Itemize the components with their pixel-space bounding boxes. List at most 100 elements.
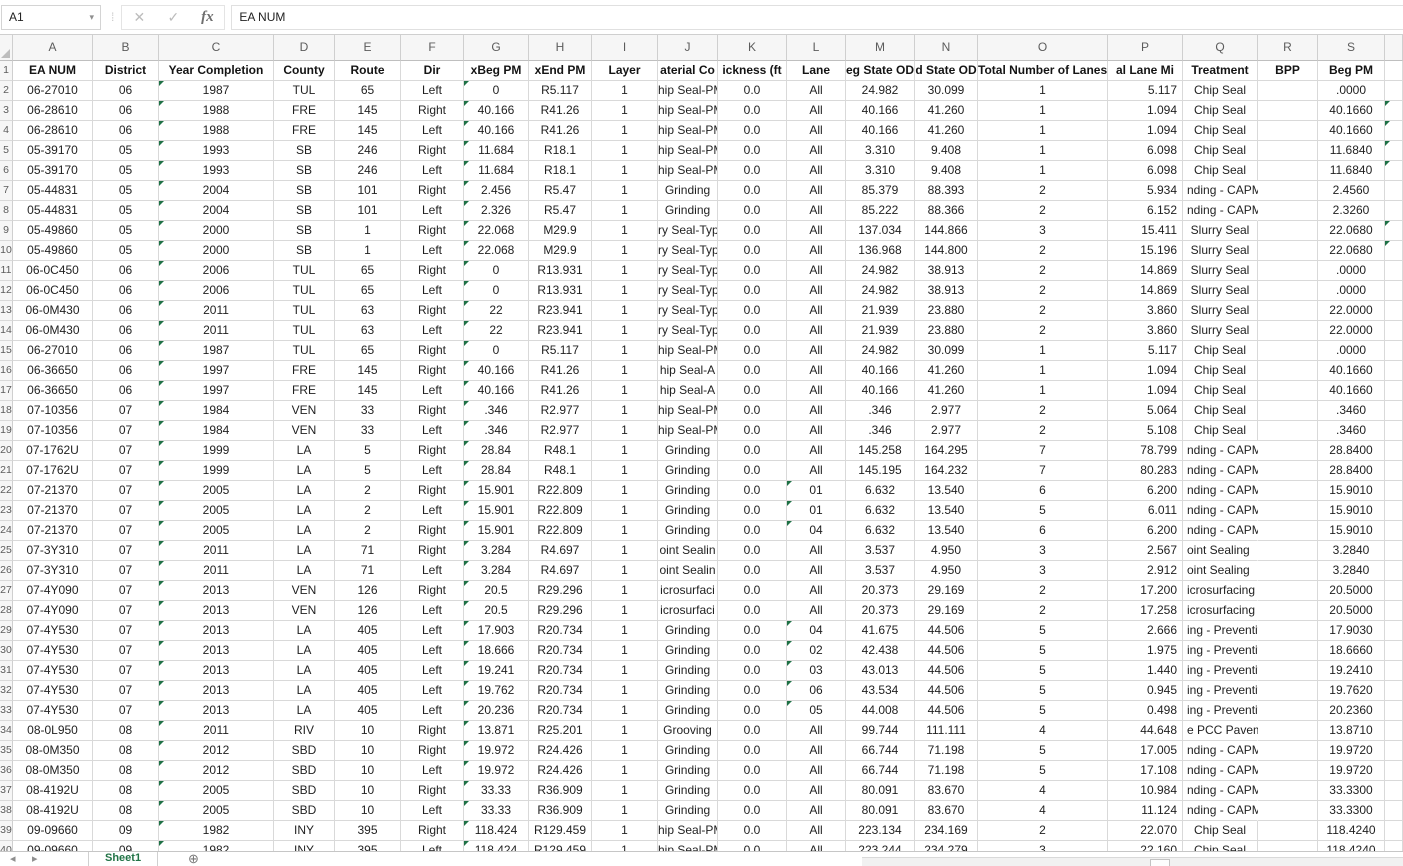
cell[interactable]: R22.809 xyxy=(529,501,592,521)
cell[interactable]: nding - CAPM xyxy=(1183,201,1258,221)
cell[interactable]: 44.008 xyxy=(846,701,915,721)
cell[interactable]: R29.296 xyxy=(529,601,592,621)
cell[interactable]: icrosurfaci xyxy=(658,581,718,601)
cell[interactable]: 1 xyxy=(592,141,658,161)
cell[interactable]: 4 xyxy=(978,721,1108,741)
cell[interactable]: 80.091 xyxy=(846,781,915,801)
cell[interactable]: LA xyxy=(274,701,335,721)
cell[interactable]: 2013 xyxy=(159,661,274,681)
cell[interactable]: Right xyxy=(401,341,464,361)
cell[interactable] xyxy=(1385,641,1403,661)
cell[interactable] xyxy=(1258,481,1318,501)
cell[interactable]: All xyxy=(787,281,846,301)
cell[interactable]: 06 xyxy=(93,101,159,121)
cell[interactable]: 19.2410 xyxy=(1318,661,1385,681)
row-header-27[interactable]: 27 xyxy=(0,581,13,601)
cell[interactable]: 0.0 xyxy=(718,401,787,421)
cell[interactable] xyxy=(1258,101,1318,121)
cell[interactable]: Grinding xyxy=(658,801,718,821)
cell[interactable]: 1 xyxy=(592,81,658,101)
cell[interactable]: R24.426 xyxy=(529,761,592,781)
cell[interactable]: Beg PM xyxy=(1318,61,1385,81)
cell[interactable]: 6.632 xyxy=(846,481,915,501)
cell[interactable]: 5 xyxy=(978,621,1108,641)
row-header-11[interactable]: 11 xyxy=(0,261,13,281)
cell[interactable]: 1 xyxy=(592,781,658,801)
cell[interactable]: 4 xyxy=(978,801,1108,821)
cell[interactable]: 2011 xyxy=(159,721,274,741)
cell[interactable]: 0.0 xyxy=(718,101,787,121)
cell[interactable]: ing - Preventive xyxy=(1183,701,1258,721)
cell[interactable]: 07 xyxy=(93,501,159,521)
cell[interactable]: 1 xyxy=(592,721,658,741)
cell[interactable]: 40.1660 xyxy=(1318,381,1385,401)
cell[interactable]: hip Seal-PM xyxy=(658,421,718,441)
cell[interactable]: 18.666 xyxy=(464,641,529,661)
cell[interactable]: 22.0000 xyxy=(1318,301,1385,321)
cell[interactable]: Chip Seal xyxy=(1183,141,1258,161)
cell[interactable]: 08-4192U xyxy=(13,801,93,821)
cell[interactable]: 06-0M430 xyxy=(13,321,93,341)
cell[interactable]: Slurry Seal xyxy=(1183,321,1258,341)
cell[interactable]: .0000 xyxy=(1318,341,1385,361)
cell[interactable]: 07 xyxy=(93,421,159,441)
cell[interactable] xyxy=(1258,181,1318,201)
cell[interactable]: 1 xyxy=(592,341,658,361)
row-header-14[interactable]: 14 xyxy=(0,321,13,341)
cell[interactable]: 2.3260 xyxy=(1318,201,1385,221)
cell[interactable]: e PCC Pavement xyxy=(1183,721,1258,741)
cell[interactable] xyxy=(1385,721,1403,741)
cell[interactable]: 1 xyxy=(592,321,658,341)
cell[interactable]: 0.0 xyxy=(718,121,787,141)
row-header-21[interactable]: 21 xyxy=(0,461,13,481)
cell[interactable]: nding - CAPM xyxy=(1183,741,1258,761)
cell[interactable]: LA xyxy=(274,461,335,481)
cell[interactable]: hip Seal-PM xyxy=(658,81,718,101)
cell[interactable]: Year Completion xyxy=(159,61,274,81)
cell[interactable]: R41.26 xyxy=(529,121,592,141)
cell[interactable]: 11.124 xyxy=(1108,801,1183,821)
cell[interactable]: 88.366 xyxy=(915,201,978,221)
cell[interactable]: All xyxy=(787,541,846,561)
cell[interactable]: 2 xyxy=(978,241,1108,261)
cell[interactable]: 08-0M350 xyxy=(13,761,93,781)
cell[interactable]: Grinding xyxy=(658,641,718,661)
cell[interactable]: 4 xyxy=(978,781,1108,801)
cell[interactable]: Right xyxy=(401,521,464,541)
cell[interactable] xyxy=(1385,681,1403,701)
cell[interactable]: 1.094 xyxy=(1108,101,1183,121)
cell[interactable]: 1 xyxy=(335,221,401,241)
cell[interactable]: 0.0 xyxy=(718,201,787,221)
cell[interactable]: LA xyxy=(274,641,335,661)
cell[interactable]: 2 xyxy=(978,181,1108,201)
cell[interactable]: All xyxy=(787,421,846,441)
cell[interactable]: ing - Preventive xyxy=(1183,661,1258,681)
cell[interactable]: All xyxy=(787,161,846,181)
cell[interactable]: 01 xyxy=(787,481,846,501)
cell[interactable]: Right xyxy=(401,781,464,801)
cell[interactable]: R20.734 xyxy=(529,701,592,721)
cell[interactable]: Left xyxy=(401,201,464,221)
cell[interactable]: 1 xyxy=(592,201,658,221)
cell[interactable]: Grinding xyxy=(658,201,718,221)
cell[interactable]: Grinding xyxy=(658,761,718,781)
cell[interactable]: 19.9720 xyxy=(1318,741,1385,761)
cell[interactable]: 05 xyxy=(93,221,159,241)
cell[interactable]: Grinding xyxy=(658,521,718,541)
cell[interactable]: Left xyxy=(401,801,464,821)
cell[interactable]: 22.0680 xyxy=(1318,221,1385,241)
cell[interactable]: 7 xyxy=(978,461,1108,481)
cell[interactable] xyxy=(1258,801,1318,821)
cell[interactable]: Right xyxy=(401,301,464,321)
cell[interactable]: 30.099 xyxy=(915,341,978,361)
cell[interactable]: R22.809 xyxy=(529,521,592,541)
cell[interactable]: 07-4Y530 xyxy=(13,701,93,721)
row-header-20[interactable]: 20 xyxy=(0,441,13,461)
cell[interactable]: 101 xyxy=(335,201,401,221)
cell[interactable]: SBD xyxy=(274,761,335,781)
cell[interactable]: 80.283 xyxy=(1108,461,1183,481)
cell[interactable]: 0.0 xyxy=(718,241,787,261)
row-header-28[interactable]: 28 xyxy=(0,601,13,621)
cell[interactable]: Right xyxy=(401,141,464,161)
cell[interactable]: nding - CAPM xyxy=(1183,461,1258,481)
